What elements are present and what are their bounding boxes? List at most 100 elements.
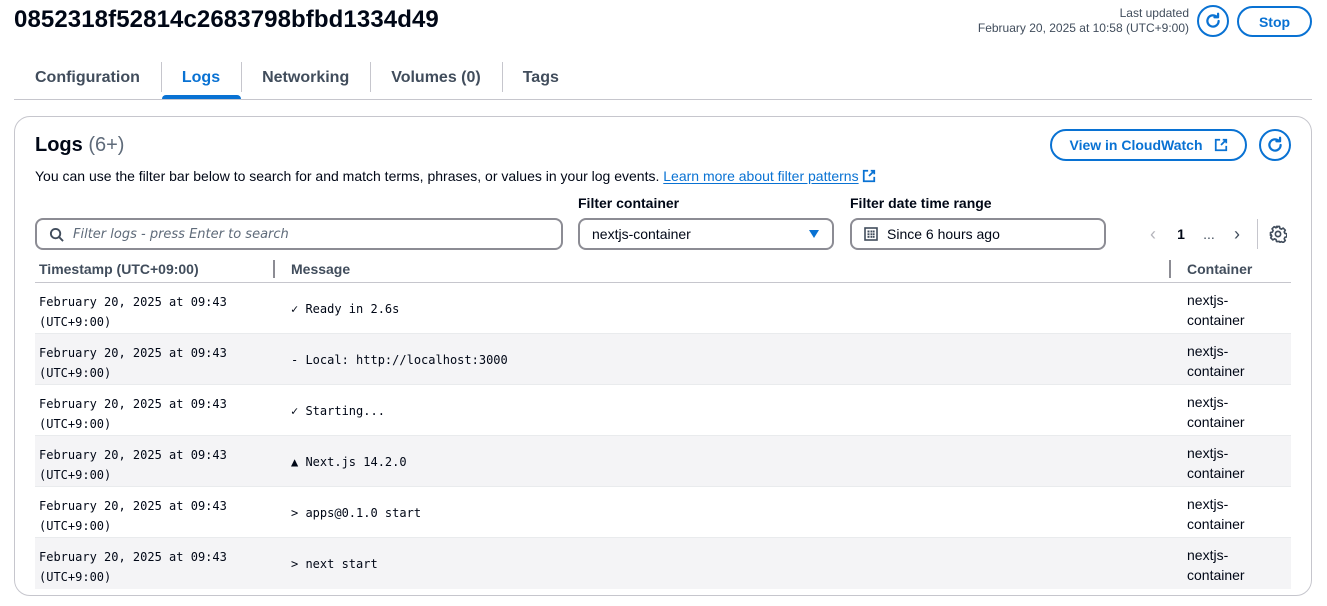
table-row: February 20, 2025 at 09:43 (UTC+9:00) > … [35, 487, 1291, 538]
container-name-part: container [1187, 567, 1245, 583]
gear-icon[interactable] [1269, 225, 1287, 243]
table-row: February 20, 2025 at 09:43 (UTC+9:00) - … [35, 334, 1291, 385]
message-cell: > next start [291, 556, 378, 571]
message-cell: ▲ Next.js 14.2.0 [291, 454, 407, 469]
filter-logs-search[interactable] [35, 218, 563, 250]
container-name-part: nextjs- [1187, 394, 1229, 410]
timestamp-zone: (UTC+9:00) [39, 417, 112, 431]
page-title: 0852318f52814c2683798bfbd1334d49 [14, 6, 439, 33]
logs-table: Timestamp (UTC+09:00) Message Container … [35, 256, 1291, 589]
external-link-icon [1214, 138, 1227, 152]
timestamp-date: February 20, 2025 at 09:43 [39, 346, 227, 360]
logs-count: (6+) [88, 134, 125, 156]
timestamp-zone: (UTC+9:00) [39, 570, 112, 584]
container-cell: nextjs- container [1187, 290, 1257, 330]
message-cell: ✓ Starting... [291, 403, 385, 418]
container-name-part: nextjs- [1187, 445, 1229, 461]
refresh-icon [1268, 136, 1282, 152]
page-1-button[interactable]: 1 [1171, 226, 1191, 242]
container-name-part: container [1187, 414, 1245, 430]
table-row: February 20, 2025 at 09:43 (UTC+9:00) > … [35, 538, 1291, 589]
message-cell: > apps@0.1.0 start [291, 505, 422, 520]
learn-more-link[interactable]: Learn more about filter patterns [663, 168, 858, 184]
search-input[interactable] [73, 226, 543, 242]
logs-refresh-button[interactable] [1259, 129, 1291, 161]
filter-date-value: Since 6 hours ago [887, 226, 1000, 242]
timestamp-cell: February 20, 2025 at 09:43 (UTC+9:00) [39, 547, 227, 587]
tab-configuration[interactable]: Configuration [14, 56, 161, 99]
table-row: February 20, 2025 at 09:43 (UTC+9:00) ▲ … [35, 436, 1291, 487]
tab-volumes[interactable]: Volumes (0) [370, 56, 502, 99]
container-cell: nextjs- container [1187, 443, 1257, 483]
message-cell: - Local: http://localhost:3000 [291, 352, 508, 367]
container-cell: nextjs- container [1187, 494, 1257, 534]
filter-container-value: nextjs-container [592, 226, 691, 242]
timestamp-date: February 20, 2025 at 09:43 [39, 448, 227, 462]
timestamp-cell: February 20, 2025 at 09:43 (UTC+9:00) [39, 496, 227, 536]
refresh-icon [1206, 12, 1220, 28]
calendar-icon [864, 227, 878, 241]
container-name-part: container [1187, 363, 1245, 379]
filter-date-label: Filter date time range [850, 195, 992, 211]
last-updated-label: Last updated [1119, 6, 1189, 20]
logs-heading: Logs (6+) [35, 134, 124, 157]
container-name-part: nextjs- [1187, 292, 1229, 308]
column-resizer[interactable] [273, 260, 275, 278]
container-name-part: nextjs- [1187, 547, 1229, 563]
tab-logs[interactable]: Logs [160, 56, 242, 99]
tab-networking[interactable]: Networking [241, 56, 370, 99]
external-link-icon [862, 169, 875, 183]
timestamp-zone: (UTC+9:00) [39, 519, 112, 533]
filter-container-label: Filter container [578, 195, 680, 211]
last-updated: Last updated February 20, 2025 at 10:58 … [978, 6, 1189, 36]
column-header-container[interactable]: Container [1187, 261, 1252, 277]
stop-button[interactable]: Stop [1237, 6, 1312, 37]
container-name-part: container [1187, 516, 1245, 532]
container-name-part: nextjs- [1187, 496, 1229, 512]
caret-down-icon [809, 230, 819, 238]
container-name-part: container [1187, 465, 1245, 481]
container-cell: nextjs- container [1187, 545, 1257, 585]
timestamp-date: February 20, 2025 at 09:43 [39, 397, 227, 411]
timestamp-zone: (UTC+9:00) [39, 315, 112, 329]
timestamp-zone: (UTC+9:00) [39, 468, 112, 482]
timestamp-cell: February 20, 2025 at 09:43 (UTC+9:00) [39, 394, 227, 434]
last-updated-value: February 20, 2025 at 10:58 (UTC+9:00) [977, 21, 1189, 35]
timestamp-date: February 20, 2025 at 09:43 [39, 295, 227, 309]
timestamp-zone: (UTC+9:00) [39, 366, 112, 380]
view-in-cloudwatch-label: View in CloudWatch [1069, 137, 1203, 153]
message-cell: ✓ Ready in 2.6s [291, 301, 400, 316]
timestamp-cell: February 20, 2025 at 09:43 (UTC+9:00) [39, 343, 227, 383]
view-in-cloudwatch-button[interactable]: View in CloudWatch [1050, 129, 1247, 161]
logs-description: You can use the filter bar below to sear… [35, 168, 876, 184]
logs-title: Logs [35, 134, 83, 156]
container-cell: nextjs- container [1187, 392, 1257, 432]
table-row: February 20, 2025 at 09:43 (UTC+9:00) ✓ … [35, 385, 1291, 436]
filter-date-range[interactable]: Since 6 hours ago [850, 218, 1106, 250]
table-header: Timestamp (UTC+09:00) Message Container [35, 256, 1291, 283]
refresh-button[interactable] [1197, 5, 1229, 37]
container-name-part: container [1187, 312, 1245, 328]
timestamp-cell: February 20, 2025 at 09:43 (UTC+9:00) [39, 292, 227, 332]
timestamp-date: February 20, 2025 at 09:43 [39, 550, 227, 564]
timestamp-cell: February 20, 2025 at 09:43 (UTC+9:00) [39, 445, 227, 485]
column-resizer[interactable] [1169, 260, 1171, 278]
tab-tags[interactable]: Tags [501, 56, 580, 99]
search-icon [49, 227, 64, 242]
learn-more-link-text: Learn more about filter patterns [663, 168, 859, 184]
next-page-button[interactable]: › [1227, 224, 1247, 245]
pagination-divider [1257, 219, 1258, 249]
container-name-part: nextjs- [1187, 343, 1229, 359]
pagination: ‹ 1 ... › [1143, 218, 1287, 250]
tab-list: Configuration Logs Networking Volumes (0… [14, 56, 1312, 100]
logs-panel: Logs (6+) View in CloudWatch You can use… [14, 116, 1312, 596]
pagination-ellipsis: ... [1203, 226, 1215, 242]
container-cell: nextjs- container [1187, 341, 1257, 381]
table-row: February 20, 2025 at 09:43 (UTC+9:00) ✓ … [35, 283, 1291, 334]
column-header-message[interactable]: Message [291, 261, 350, 277]
timestamp-date: February 20, 2025 at 09:43 [39, 499, 227, 513]
logs-description-text: You can use the filter bar below to sear… [35, 168, 660, 184]
previous-page-button[interactable]: ‹ [1143, 224, 1163, 245]
filter-container-select[interactable]: nextjs-container [578, 218, 834, 250]
column-header-timestamp[interactable]: Timestamp (UTC+09:00) [39, 261, 199, 277]
